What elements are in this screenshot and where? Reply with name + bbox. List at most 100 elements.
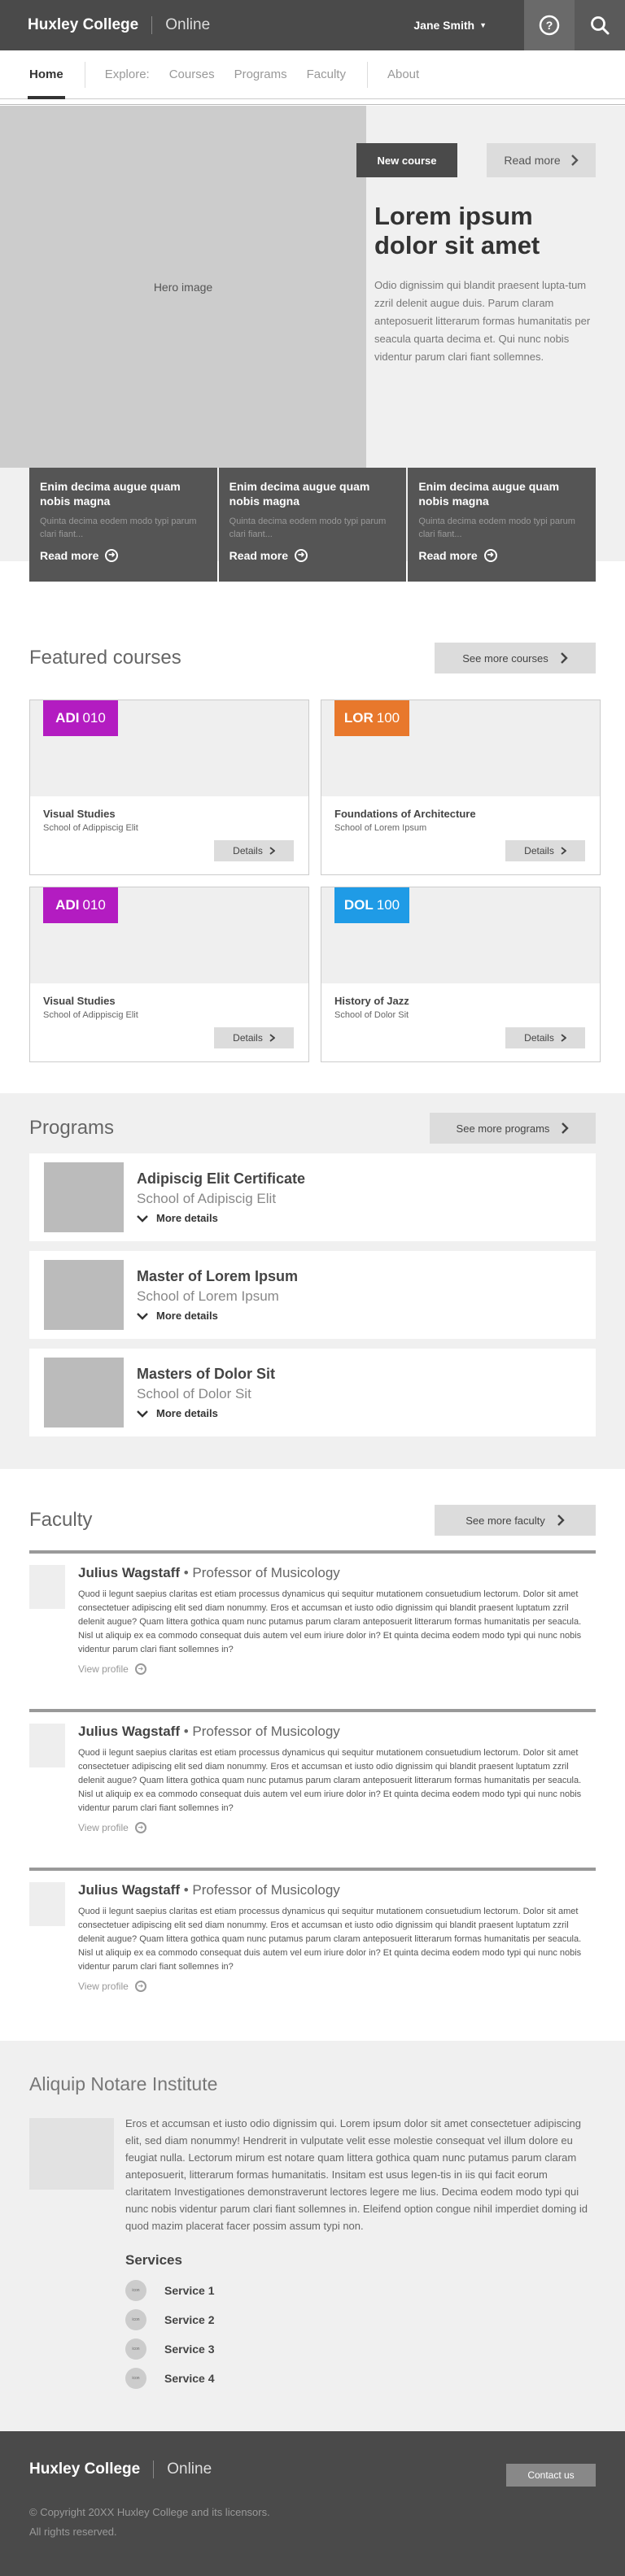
caret-down-icon: ▼ [479, 21, 487, 29]
arrow-circle-right-icon: ➜ [295, 549, 308, 562]
course-code: LOR [343, 710, 374, 726]
arrow-circle-right-icon: ➜ [483, 549, 497, 562]
help-button[interactable]: ? [524, 0, 575, 50]
faculty-card: Julius Wagstaff • Professor of Musicolog… [29, 1709, 596, 1833]
course-name: Visual Studies [43, 808, 116, 820]
program-school: School of Dolor Sit [137, 1386, 251, 1401]
view-profile-link[interactable]: View profile ➜ [78, 1981, 596, 1992]
service-icon: icon [125, 2368, 146, 2389]
nav-faculty[interactable]: Faculty [307, 68, 346, 81]
details-button[interactable]: Details [214, 1027, 294, 1048]
program-school: School of Lorem Ipsum [137, 1288, 279, 1304]
institute-body: Eros et accumsan et iusto odio dignissim… [125, 2115, 596, 2389]
course-card[interactable]: ADI 010 Visual Studies School of Adippisc… [29, 887, 309, 1062]
chevron-right-icon [562, 1122, 570, 1134]
faculty-bio: Quod ii legunt saepius claritas est etia… [78, 1907, 582, 1972]
nav-programs[interactable]: Programs [234, 68, 287, 81]
hero-read-more-button[interactable]: Read more [487, 143, 596, 177]
course-code-tag: ADI 010 [43, 700, 118, 736]
course-grid: ADI 010 Visual Studies School of Adippisc… [0, 700, 625, 1062]
arrow-circle-right-icon: ➜ [134, 1981, 146, 1992]
chevron-down-icon [137, 1214, 148, 1223]
details-button[interactable]: Details [505, 840, 585, 861]
program-info: Master of Lorem Ipsum School of Lorem Ip… [137, 1268, 298, 1322]
details-label: Details [524, 1032, 554, 1044]
search-button[interactable] [575, 0, 625, 50]
chevron-right-icon [269, 1034, 275, 1042]
view-profile-link[interactable]: View profile ➜ [78, 1663, 596, 1675]
institute-text: Eros et accumsan et iusto odio dignissim… [125, 2117, 588, 2232]
nav-home[interactable]: Home [28, 50, 65, 99]
details-label: Details [233, 1032, 263, 1044]
faculty-name: Julius Wagstaff [78, 1724, 180, 1739]
service-icon: icon [125, 2338, 146, 2360]
faculty-role: Professor of Musicology [192, 1724, 340, 1739]
hero: Hero image New course Read more Lorem ip… [0, 106, 625, 582]
hero-card: Enim decima augue quam nobis magna Quint… [218, 468, 407, 582]
brand[interactable]: Huxley College Online [0, 16, 210, 34]
user-menu[interactable]: Jane Smith ▼ [413, 19, 487, 32]
program-card[interactable]: Masters of Dolor Sit School of Dolor Sit… [29, 1349, 596, 1436]
more-details-toggle[interactable]: More details [137, 1212, 305, 1224]
chevron-right-icon [269, 847, 275, 855]
programs-title: Programs [29, 1117, 115, 1139]
new-course-badge: New course [356, 143, 457, 177]
details-button[interactable]: Details [214, 840, 294, 861]
hero-cards: Enim decima augue quam nobis magna Quint… [29, 468, 597, 582]
service-label: Service 1 [164, 2284, 215, 2297]
service-item[interactable]: icon Service 1 [125, 2280, 596, 2301]
hero-card: Enim decima augue quam nobis magna Quint… [408, 468, 597, 582]
copyright: © Copyright 20XX Huxley College and its … [29, 2503, 596, 2542]
svg-text:?: ? [546, 19, 553, 32]
service-label: Service 4 [164, 2372, 215, 2385]
hero-card-title: Enim decima augue quam nobis magna [40, 480, 181, 508]
hero-card-read-more[interactable]: Read more ➜ [418, 549, 585, 562]
brand-name: Huxley College [28, 16, 139, 33]
more-details-toggle[interactable]: More details [137, 1310, 298, 1322]
hero-card-read-more[interactable]: Read more ➜ [229, 549, 396, 562]
course-card[interactable]: DOL 100 History of Jazz School of Dolor S… [321, 887, 601, 1062]
more-details-label: More details [156, 1212, 218, 1224]
see-more-faculty-button[interactable]: See more faculty [435, 1505, 596, 1536]
institute-title: Aliquip Notare Institute [29, 2073, 218, 2094]
see-more-programs-button[interactable]: See more programs [430, 1113, 596, 1144]
arrow-circle-right-icon: ➜ [134, 1822, 146, 1833]
view-profile-label: View profile [78, 1663, 129, 1675]
see-more-courses-button[interactable]: See more courses [435, 643, 596, 673]
course-number: 010 [82, 897, 106, 913]
service-icon: icon [125, 2309, 146, 2330]
chevron-right-icon [560, 652, 568, 664]
hero-card-read-more[interactable]: Read more ➜ [40, 549, 207, 562]
more-details-toggle[interactable]: More details [137, 1407, 275, 1419]
course-code-tag: DOL 100 [334, 887, 409, 923]
course-code: ADI [55, 897, 80, 913]
faculty-section: Faculty See more faculty Julius Wagstaff… [0, 1469, 625, 2041]
chevron-down-icon [137, 1410, 148, 1418]
hero-image-label: Hero image [153, 280, 213, 294]
faculty-heading: Julius Wagstaff • Professor of Musicolog… [78, 1565, 340, 1580]
course-card[interactable]: LOR 100 Foundations of Architecture Schoo… [321, 700, 601, 875]
read-more-label: Read more [40, 549, 99, 562]
course-card[interactable]: ADI 010 Visual Studies School of Adippisc… [29, 700, 309, 875]
top-bar: Huxley College Online Jane Smith ▼ ? [0, 0, 625, 50]
service-item[interactable]: icon Service 4 [125, 2368, 596, 2389]
details-label: Details [233, 845, 263, 856]
service-item[interactable]: icon Service 3 [125, 2338, 596, 2360]
faculty-role: Professor of Musicology [192, 1882, 340, 1898]
program-thumbnail [44, 1162, 124, 1232]
service-item[interactable]: icon Service 2 [125, 2309, 596, 2330]
nav-about[interactable]: About [387, 68, 419, 81]
nav-courses[interactable]: Courses [169, 68, 215, 81]
program-name: Masters of Dolor Sit [137, 1366, 276, 1382]
avatar [29, 1724, 65, 1767]
contact-us-button[interactable]: Contact us [506, 2464, 596, 2487]
program-card[interactable]: Master of Lorem Ipsum School of Lorem Ip… [29, 1251, 596, 1339]
program-thumbnail [44, 1358, 124, 1427]
view-profile-link[interactable]: View profile ➜ [78, 1822, 596, 1833]
program-card[interactable]: Adipiscig Elit Certificate School of Adi… [29, 1153, 596, 1241]
see-more-label: See more courses [462, 652, 549, 665]
arrow-circle-right-icon: ➜ [134, 1663, 146, 1675]
details-button[interactable]: Details [505, 1027, 585, 1048]
faculty-name: Julius Wagstaff [78, 1882, 180, 1898]
faculty-heading: Julius Wagstaff • Professor of Musicolog… [78, 1882, 340, 1898]
